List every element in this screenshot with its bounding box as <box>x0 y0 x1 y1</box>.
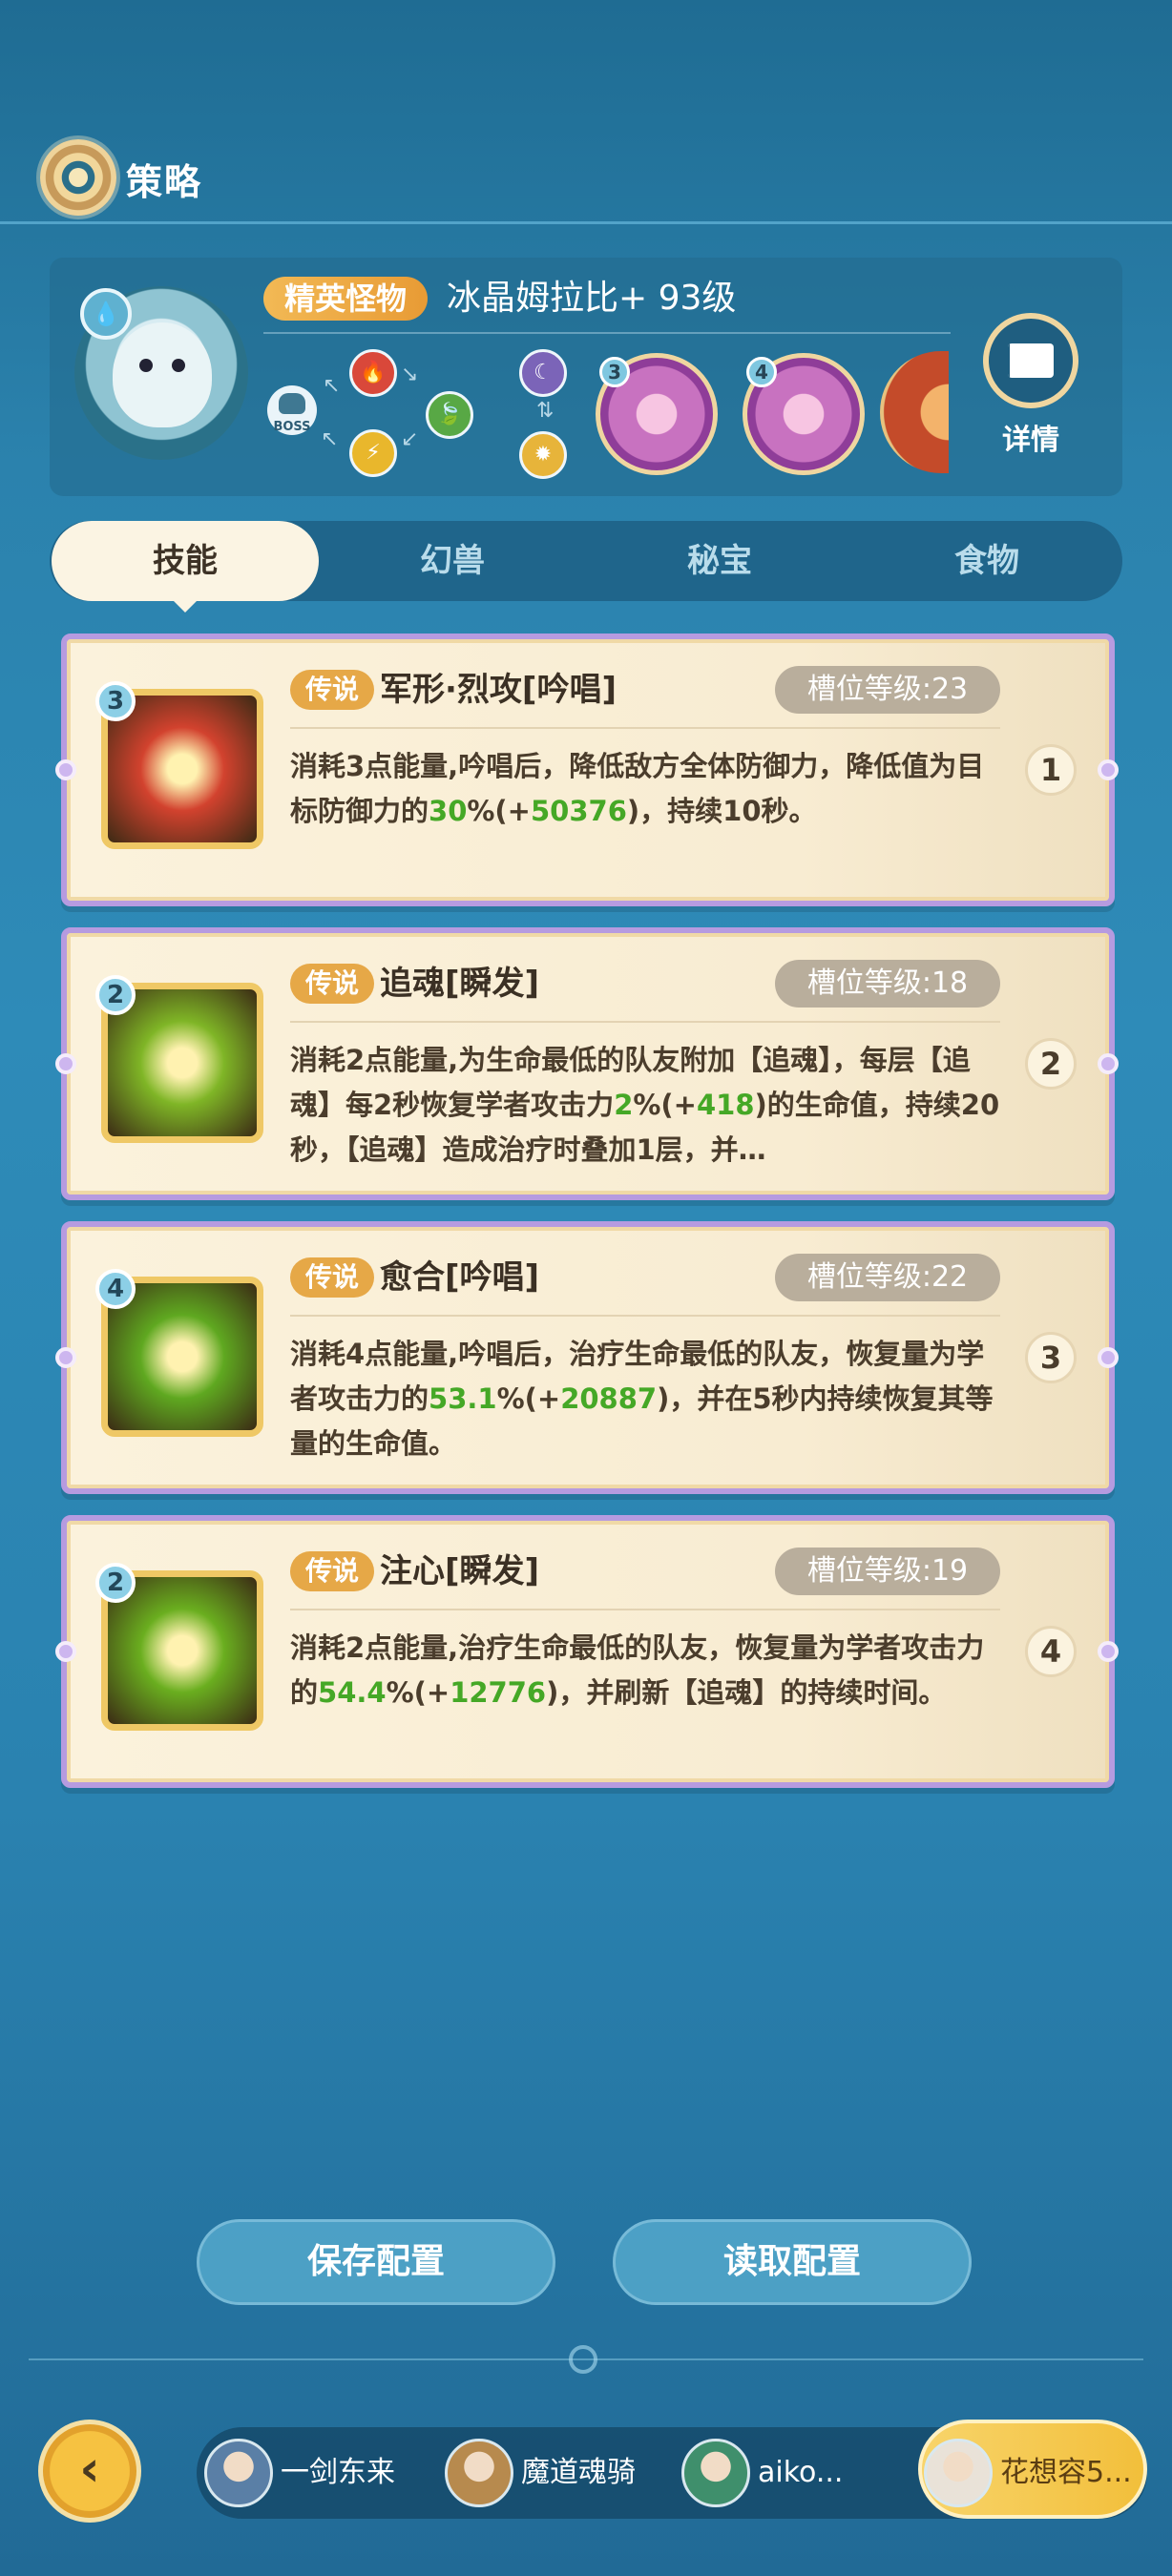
slot-level-badge: 槽位等级:18 <box>775 960 1000 1008</box>
team-member[interactable]: 花想容5... <box>924 2427 1143 2519</box>
save-config-button[interactable]: 保存配置 <box>197 2219 555 2305</box>
member-avatar <box>924 2439 993 2507</box>
member-name: 花想容5... <box>1000 2456 1132 2489</box>
details-button-label[interactable]: 详情 <box>983 416 1078 458</box>
skill-level-badge: 3 <box>95 681 136 721</box>
card-connector <box>55 1641 76 1662</box>
skill-order-number: 1 <box>1025 744 1077 796</box>
team-member[interactable]: 一剑东来 <box>204 2427 424 2519</box>
member-avatar <box>445 2439 513 2507</box>
cycle-arrow-icon: ↘ <box>401 363 419 386</box>
member-avatar <box>681 2439 750 2507</box>
tab-skills[interactable]: 技能 <box>52 521 319 601</box>
card-connector <box>1098 1347 1119 1368</box>
card-divider <box>290 1609 1000 1610</box>
skill-name: 愈合[吟唱] <box>380 1258 540 1297</box>
pet-level-badge: 4 <box>746 357 777 387</box>
light-element-icon: ✹ <box>519 431 567 479</box>
team-member[interactable]: aiko... <box>681 2427 901 2519</box>
monster-name: 冰晶姆拉比+ 93级 <box>447 279 737 318</box>
skill-order-number: 3 <box>1025 1332 1077 1383</box>
card-connector <box>1098 1053 1119 1074</box>
skill-level-badge: 2 <box>95 1563 136 1603</box>
card-connector <box>1098 1641 1119 1662</box>
card-connector <box>1098 759 1119 780</box>
slot-level-badge: 槽位等级:22 <box>775 1254 1000 1301</box>
tab-treasures[interactable]: 秘宝 <box>586 521 853 601</box>
card-divider <box>290 1315 1000 1317</box>
tab-beasts[interactable]: 幻兽 <box>319 521 586 601</box>
boss-badge: BOSS <box>267 385 317 435</box>
member-name: aiko... <box>758 2456 844 2489</box>
wind-element-icon: 🍃 <box>426 391 473 439</box>
skill-name: 注心[瞬发] <box>380 1552 540 1590</box>
legend-tag: 传说 <box>290 670 374 710</box>
swap-arrow-icon: ⇅ <box>536 399 555 423</box>
member-name: 魔道魂骑 <box>521 2456 636 2489</box>
book-icon[interactable] <box>983 313 1078 408</box>
monster-divider <box>263 332 951 334</box>
legend-tag: 传说 <box>290 1551 374 1591</box>
member-name: 一剑东来 <box>281 2456 395 2489</box>
back-button[interactable]: ‹ <box>38 2420 141 2523</box>
load-config-button[interactable]: 读取配置 <box>613 2219 972 2305</box>
skill-description: 消耗2点能量,治疗生命最低的队友，恢复量为学者攻击力的54.4%(+12776)… <box>290 1631 985 1709</box>
water-element-icon: 💧 <box>80 288 132 340</box>
dark-element-icon: ☾ <box>519 349 567 397</box>
cycle-arrow-icon: ↖ <box>321 427 339 451</box>
cycle-arrow-icon: ↖ <box>323 374 341 398</box>
divider-gear-icon <box>569 2345 597 2374</box>
skill-description: 消耗4点能量,吟唱后，治疗生命最低的队友，恢复量为学者攻击力的53.1%(+20… <box>290 1338 994 1460</box>
slot-level-badge: 槽位等级:19 <box>775 1548 1000 1595</box>
member-avatar <box>204 2439 273 2507</box>
tab-food[interactable]: 食物 <box>853 521 1120 601</box>
cycle-arrow-icon: ↙ <box>401 427 419 451</box>
skill-level-badge: 4 <box>95 1269 136 1309</box>
skill-name: 军形·烈攻[吟唱] <box>380 671 617 709</box>
thunder-element-icon: ⚡ <box>349 429 397 477</box>
monster-face-icon <box>113 322 212 427</box>
header-divider <box>0 221 1172 224</box>
skill-level-badge: 2 <box>95 975 136 1015</box>
skill-order-number: 4 <box>1025 1626 1077 1677</box>
card-divider <box>290 1021 1000 1023</box>
card-divider <box>290 727 1000 729</box>
skill-order-number: 2 <box>1025 1038 1077 1090</box>
legend-tag: 传说 <box>290 964 374 1004</box>
slot-level-badge: 槽位等级:23 <box>775 666 1000 714</box>
skill-name: 追魂[瞬发] <box>380 965 540 1003</box>
team-member[interactable]: 魔道魂骑 <box>445 2427 664 2519</box>
card-connector <box>55 759 76 780</box>
fire-element-icon: 🔥 <box>349 349 397 397</box>
card-connector <box>55 1053 76 1074</box>
gear-icon <box>40 139 116 216</box>
tab-pointer <box>172 599 199 613</box>
card-connector <box>55 1347 76 1368</box>
legend-tag: 传说 <box>290 1257 374 1298</box>
page-title: 策略 <box>126 161 203 203</box>
elite-monster-tag: 精英怪物 <box>263 277 428 321</box>
pet-level-badge: 3 <box>599 357 630 387</box>
skill-description: 消耗3点能量,吟唱后，降低敌方全体防御力，降低值为目标防御力的30%(+5037… <box>290 750 985 827</box>
skill-description: 消耗2点能量,为生命最低的队友附加【追魂】，每层【追魂】每2秒恢复学者攻击力2%… <box>290 1044 1000 1166</box>
